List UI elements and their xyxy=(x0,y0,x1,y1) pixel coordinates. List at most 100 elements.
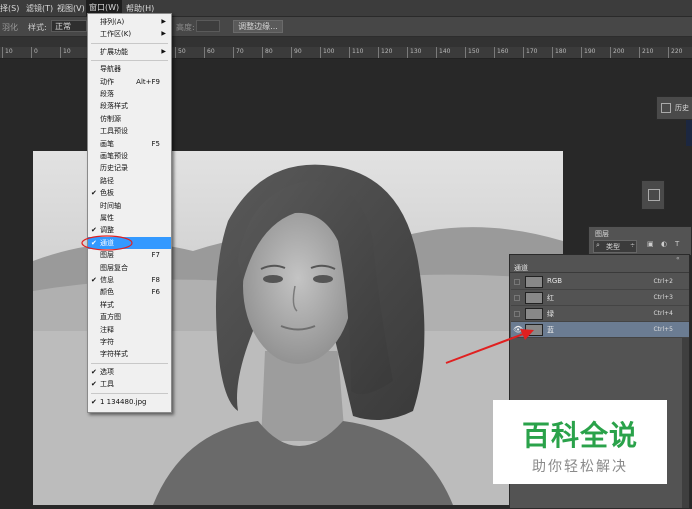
menu-item[interactable]: 导航器 xyxy=(88,63,171,75)
ruler-label: 220 xyxy=(671,48,683,55)
style-select[interactable]: 正常 xyxy=(51,20,87,32)
menu-item[interactable]: 画笔 F5 xyxy=(88,138,171,150)
channel-row-green[interactable]: 绿 Ctrl+4 xyxy=(511,306,689,322)
menu-item[interactable]: 图层复合 xyxy=(88,262,171,274)
style-label: 样式: xyxy=(28,23,47,32)
menu-item-label: 注释 xyxy=(100,325,114,334)
ruler-label: 140 xyxy=(439,48,451,55)
submenu-arrow-icon: ▶ xyxy=(161,47,166,55)
filter-pixel-icon[interactable]: ▣ xyxy=(647,240,654,248)
menu-item[interactable]: 画笔预设 xyxy=(88,150,171,162)
channel-name: 红 xyxy=(547,294,554,302)
menu-separator xyxy=(91,60,168,62)
menu-select[interactable]: 择(S) xyxy=(0,3,19,14)
search-icon: ⌕ xyxy=(596,241,600,249)
menu-item-label: 图层复合 xyxy=(100,263,128,272)
menu-item[interactable]: 样式 xyxy=(88,299,171,311)
floating-tool-chip[interactable] xyxy=(641,180,665,210)
channels-scrollbar[interactable] xyxy=(682,338,689,508)
watermark-subtitle: 助你轻松解决 xyxy=(532,459,628,475)
menu-item[interactable]: 工作区(K) ▶ xyxy=(88,28,171,40)
ruler-label: 130 xyxy=(410,48,422,55)
watermark-title: 百科全说 xyxy=(521,419,638,452)
menu-item[interactable]: 段落 xyxy=(88,88,171,100)
menu-item[interactable]: 工具预设 xyxy=(88,125,171,137)
menu-item[interactable]: 历史记录 xyxy=(88,162,171,174)
layer-kind-label: 类型 xyxy=(606,243,620,251)
menu-item[interactable]: 段落样式 xyxy=(88,100,171,112)
menu-item-label: 导航器 xyxy=(100,65,121,74)
menu-item-label: 排列(A) xyxy=(100,18,125,26)
channel-shortcut: Ctrl+2 xyxy=(653,278,673,285)
history-icon xyxy=(661,103,671,113)
submenu-arrow-icon: ▶ xyxy=(161,18,166,25)
menu-item-label: 画笔 xyxy=(100,139,114,148)
menu-item[interactable]: 颜色 F6 xyxy=(88,286,171,298)
menu-item-label: 动作 xyxy=(100,77,114,86)
menu-item-label: 字符样式 xyxy=(100,350,128,359)
menu-separator xyxy=(91,42,168,44)
panel-collapse-icon[interactable]: « xyxy=(676,255,680,262)
menu-item-shortcut: F5 xyxy=(151,139,160,148)
filter-adjust-icon[interactable]: ◐ xyxy=(661,240,667,248)
menu-item[interactable]: ✔ 1 134480.jpg xyxy=(88,396,171,408)
menu-item-label: 字符 xyxy=(100,338,114,346)
channel-shortcut: Ctrl+5 xyxy=(653,326,673,333)
menu-item-label: 段落样式 xyxy=(100,102,128,111)
menu-item[interactable]: 注释 xyxy=(88,324,171,336)
menu-item-label: 直方图 xyxy=(100,313,121,322)
menu-item[interactable]: 路径 xyxy=(88,175,171,187)
menu-item-label: 样式 xyxy=(100,300,114,309)
menu-item[interactable]: 动作 Alt+F9 xyxy=(88,76,171,88)
menu-item-label: 颜色 xyxy=(100,288,114,297)
menu-item[interactable]: ✔ 选项 xyxy=(88,366,171,378)
filter-type-icon[interactable]: T xyxy=(675,240,679,248)
checkmark-icon: ✔ xyxy=(91,397,97,406)
menu-item-label: 1 134480.jpg xyxy=(100,397,147,406)
menu-item-label: 仿制源 xyxy=(100,114,121,123)
feather-label: 羽化 xyxy=(2,23,18,32)
menu-item[interactable]: 排列(A) ▶ xyxy=(88,16,171,28)
visibility-toggle[interactable] xyxy=(514,279,520,285)
history-panel-tab[interactable]: 历史 xyxy=(656,96,692,120)
highlight-ellipse xyxy=(81,235,133,251)
layer-kind-filter[interactable]: ⌕ 类型 ÷ xyxy=(593,240,637,253)
menu-item[interactable]: 仿制源 xyxy=(88,113,171,125)
history-label: 历史 xyxy=(675,104,689,112)
refine-edge-button[interactable]: 调整边缘... xyxy=(233,20,283,33)
channel-thumbnail xyxy=(525,308,543,320)
menu-item[interactable]: 时间轴 xyxy=(88,200,171,212)
visibility-toggle[interactable] xyxy=(514,295,520,301)
ruler-label: 180 xyxy=(555,48,567,55)
height-input[interactable] xyxy=(196,20,220,32)
ruler-label: 90 xyxy=(294,48,302,55)
menu-item[interactable]: 直方图 xyxy=(88,311,171,323)
menu-filter[interactable]: 滤镜(T) xyxy=(26,3,53,14)
menu-item[interactable]: ✔ 色板 xyxy=(88,187,171,199)
menu-view[interactable]: 视图(V) xyxy=(57,3,85,14)
menu-item-label: 工具预设 xyxy=(100,127,128,136)
menu-item-label: 工作区(K) xyxy=(100,30,132,39)
menu-item[interactable]: 字符 xyxy=(88,336,171,348)
ruler-label: 10 xyxy=(5,48,13,55)
menu-item[interactable]: 属性 xyxy=(88,212,171,224)
chevron-down-icon: ÷ xyxy=(630,242,636,249)
menu-item[interactable]: ✔ 信息 F8 xyxy=(88,274,171,286)
ruler-label: 50 xyxy=(178,48,186,55)
ruler-label: 200 xyxy=(613,48,625,55)
menu-item[interactable]: 字符样式 xyxy=(88,348,171,360)
ruler-label: 120 xyxy=(381,48,393,55)
ruler-label: 10 xyxy=(63,48,71,55)
ruler-label: 210 xyxy=(642,48,654,55)
visibility-toggle[interactable] xyxy=(514,311,520,317)
menu-item[interactable]: ✔ 工具 xyxy=(88,378,171,390)
menu-separator xyxy=(91,392,168,394)
channel-name: 绿 xyxy=(547,310,554,318)
menu-item[interactable]: 扩展功能 ▶ xyxy=(88,46,171,58)
channel-row-red[interactable]: 红 Ctrl+3 xyxy=(511,290,689,306)
ruler-label: 110 xyxy=(352,48,364,55)
ruler-label: 170 xyxy=(526,48,538,55)
channel-row-rgb[interactable]: RGB Ctrl+2 xyxy=(511,274,689,290)
channel-shortcut: Ctrl+3 xyxy=(653,294,673,301)
menu-item-shortcut: Alt+F9 xyxy=(136,77,160,86)
